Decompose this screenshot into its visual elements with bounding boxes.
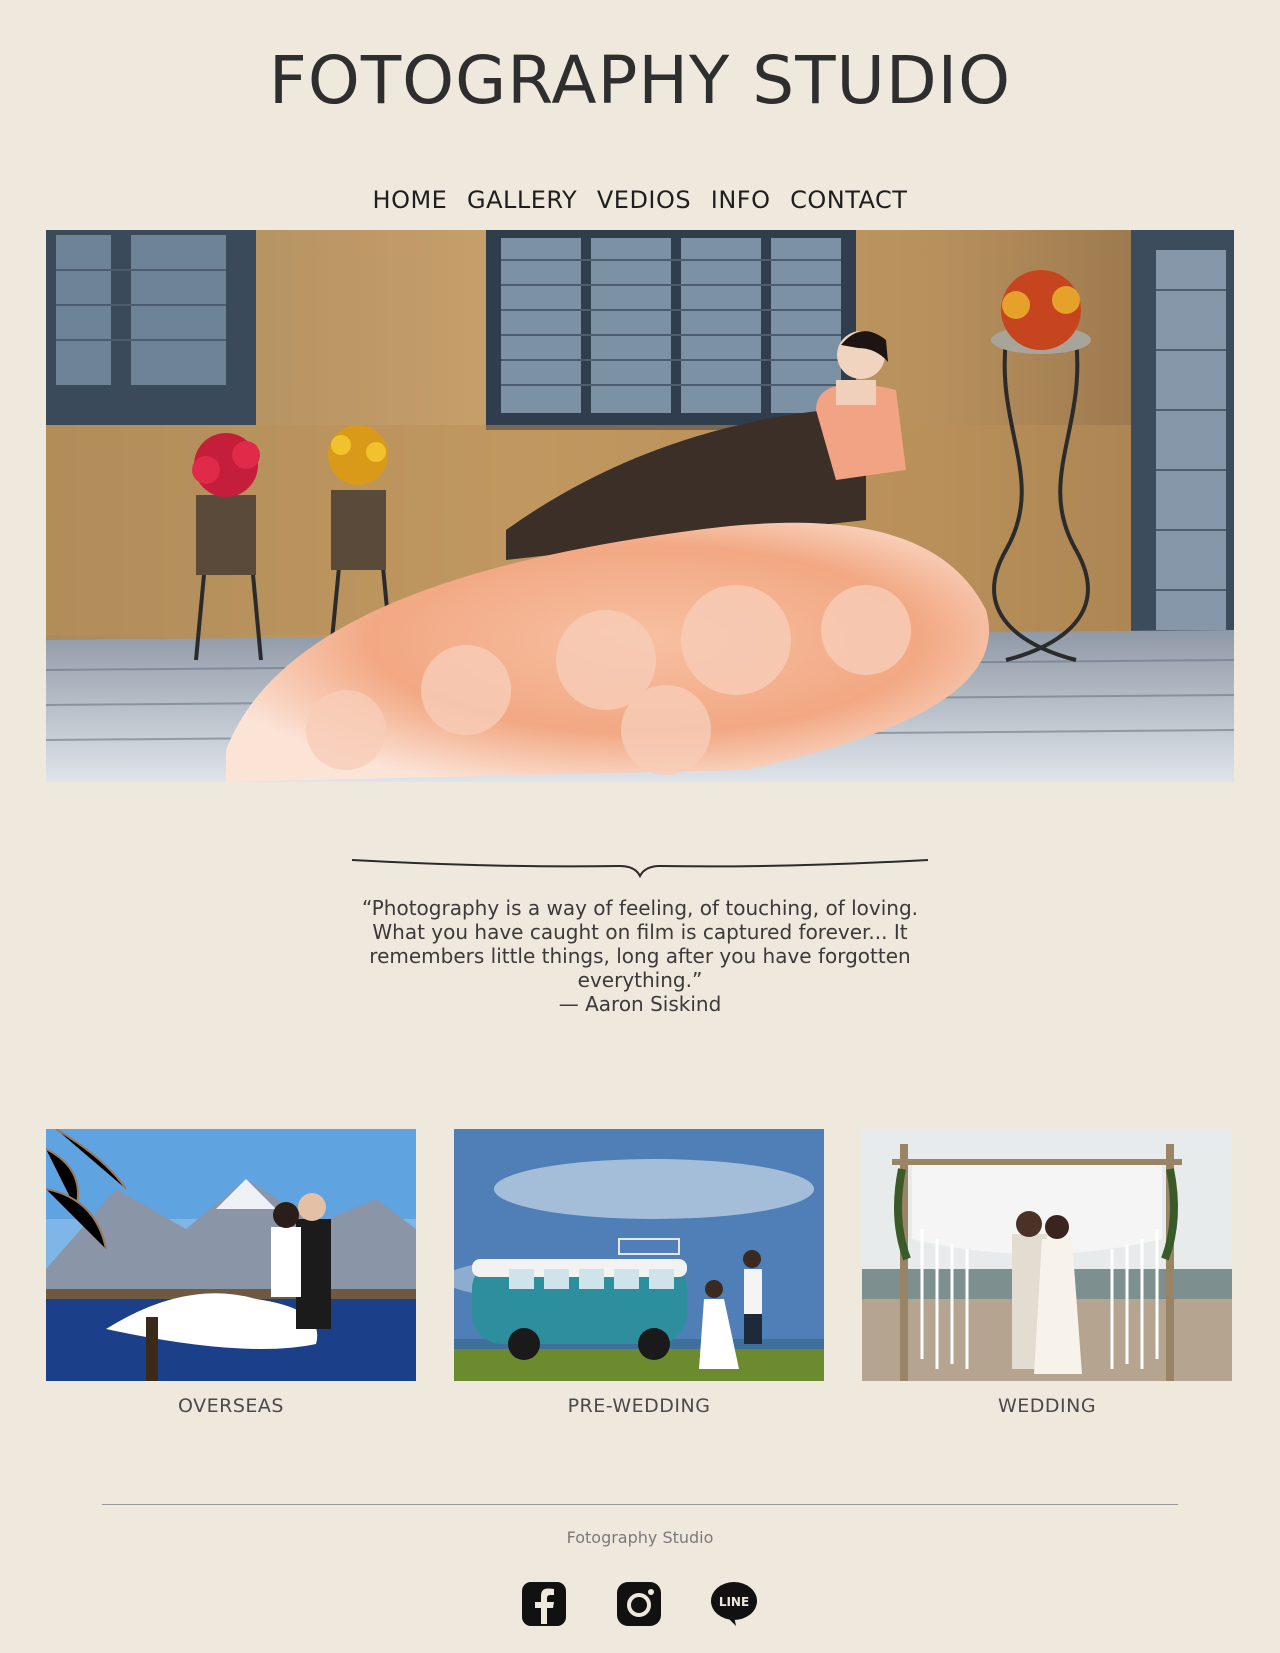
main-nav: HOME GALLERY VEDIOS INFO CONTACT	[0, 182, 1280, 218]
line-icon[interactable]: LINE	[710, 1580, 758, 1628]
nav-info[interactable]: INFO	[711, 182, 771, 218]
footer-studio-name: Fotography Studio	[566, 1528, 714, 1547]
quote-text: “Photography is a way of feeling, of tou…	[361, 896, 919, 992]
quote-block: “Photography is a way of feeling, of tou…	[340, 896, 940, 1016]
line-icon-text: LINE	[719, 1595, 749, 1609]
instagram-icon[interactable]	[615, 1580, 663, 1628]
quote-author: — Aaron Siskind	[558, 992, 722, 1016]
footer-divider	[102, 1504, 1178, 1505]
nav-vedios[interactable]: VEDIOS	[597, 182, 691, 218]
card-pre-wedding: PRE-WEDDING	[454, 1129, 824, 1417]
card-wedding: WEDDING	[862, 1129, 1232, 1417]
overseas-label[interactable]: OVERSEAS	[46, 1395, 416, 1417]
facebook-icon[interactable]	[520, 1580, 568, 1628]
nav-gallery[interactable]: GALLERY	[467, 182, 577, 218]
overseas-image[interactable]	[46, 1129, 416, 1381]
card-overseas: OVERSEAS	[46, 1129, 416, 1417]
nav-home[interactable]: HOME	[373, 182, 448, 218]
wedding-label[interactable]: WEDDING	[862, 1395, 1232, 1417]
wedding-image[interactable]	[862, 1129, 1232, 1381]
hero-image	[46, 230, 1234, 782]
nav-contact[interactable]: CONTACT	[790, 182, 907, 218]
social-links: LINE	[0, 1580, 1280, 1632]
site-title: FOTOGRAPHY STUDIO	[268, 42, 1012, 119]
divider-ornament	[351, 859, 929, 878]
pre-wedding-image[interactable]	[454, 1129, 824, 1381]
pre-wedding-label[interactable]: PRE-WEDDING	[454, 1395, 824, 1417]
